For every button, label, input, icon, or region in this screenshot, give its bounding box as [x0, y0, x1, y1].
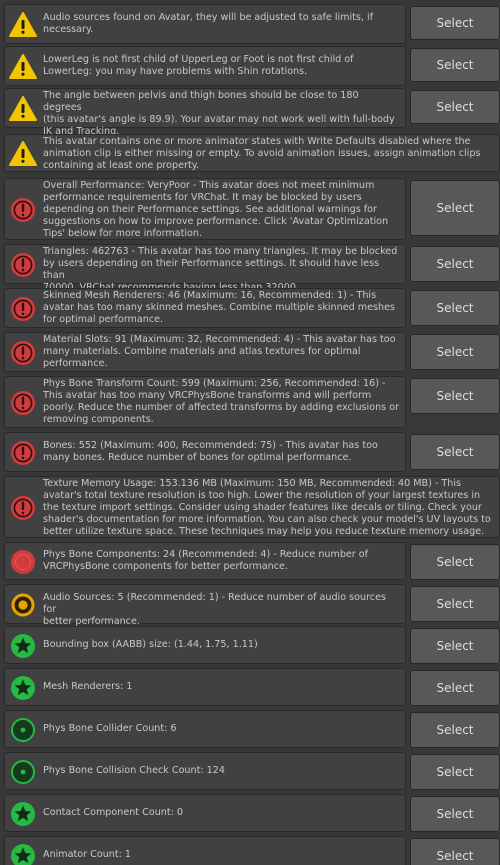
message-text: Overall Performance: VeryPoor - This ava…: [43, 180, 389, 239]
select-button[interactable]: Select: [410, 628, 500, 664]
validation-message-row: Phys Bone Collision Check Count: 124 Sele…: [4, 752, 500, 790]
validation-message-row: Bones: 552 (Maximum: 400, Recommended: 7…: [4, 432, 500, 472]
very-poor-icon: [9, 494, 37, 522]
good-icon: [9, 716, 37, 744]
message-text: Bones: 552 (Maximum: 400, Recommended: 7…: [43, 440, 378, 463]
select-button[interactable]: Select: [410, 334, 500, 370]
message-text: Contact Component Count: 0: [43, 807, 183, 818]
validation-message-row: Audio Sources: 5 (Recommended: 1) - Redu…: [4, 584, 500, 627]
select-button[interactable]: Select: [410, 378, 500, 414]
message-text: Material Slots: 91 (Maximum: 32, Recomme…: [43, 334, 396, 369]
validation-message-row: Mesh Renderers: 1 Select: [4, 668, 500, 706]
excellent-icon: [9, 842, 37, 865]
select-button[interactable]: Select: [410, 754, 500, 790]
message-box: Texture Memory Usage: 153.136 MB (Maximu…: [4, 476, 500, 538]
select-button[interactable]: Select: [410, 796, 500, 832]
message-box: Overall Performance: VeryPoor - This ava…: [4, 178, 406, 240]
validation-message-row: The angle between pelvis and thigh bones…: [4, 88, 500, 137]
message-box: LowerLeg is not first child of UpperLeg …: [4, 46, 406, 86]
validation-message-row: Phys Bone Collider Count: 6 Select: [4, 710, 500, 748]
very-poor-icon: [9, 339, 37, 367]
select-button[interactable]: Select: [410, 180, 500, 236]
message-box: Contact Component Count: 0: [4, 794, 406, 832]
message-text: Phys Bone Collision Check Count: 124: [43, 765, 225, 776]
validation-message-list: Audio sources found on Avatar, they will…: [0, 0, 500, 865]
validation-message-row: Material Slots: 91 (Maximum: 32, Recomme…: [4, 332, 500, 372]
validation-message-row: Bounding box (AABB) size: (1.44, 1.75, 1…: [4, 626, 500, 664]
select-button[interactable]: Select: [410, 670, 500, 706]
message-text: Triangles: 462763 - This avatar has too …: [43, 246, 398, 293]
excellent-icon: [9, 800, 37, 828]
very-poor-icon: [9, 295, 37, 323]
message-box: Phys Bone Collider Count: 6: [4, 710, 406, 748]
select-button[interactable]: Select: [410, 586, 500, 622]
message-text: Audio Sources: 5 (Recommended: 1) - Redu…: [43, 592, 386, 627]
message-text: This avatar contains one or more animato…: [43, 136, 481, 171]
very-poor-icon: [9, 389, 37, 417]
message-text: Phys Bone Components: 24 (Recommended: 4…: [43, 549, 369, 572]
validation-message-row: This avatar contains one or more animato…: [4, 134, 500, 172]
very-poor-icon: [9, 439, 37, 467]
message-text: Phys Bone Collider Count: 6: [43, 723, 177, 734]
message-box: Audio sources found on Avatar, they will…: [4, 4, 406, 44]
validation-message-row: Triangles: 462763 - This avatar has too …: [4, 244, 500, 293]
message-box: This avatar contains one or more animato…: [4, 134, 500, 172]
very-poor-icon: [9, 251, 37, 279]
select-button[interactable]: Select: [410, 90, 500, 124]
validation-message-row: Overall Performance: VeryPoor - This ava…: [4, 178, 500, 240]
validation-message-row: Phys Bone Transform Count: 599 (Maximum:…: [4, 376, 500, 428]
message-box: Phys Bone Collision Check Count: 124: [4, 752, 406, 790]
good-icon: [9, 758, 37, 786]
message-box: Phys Bone Transform Count: 599 (Maximum:…: [4, 376, 406, 428]
select-button[interactable]: Select: [410, 246, 500, 282]
validation-message-row: Skinned Mesh Renderers: 46 (Maximum: 16,…: [4, 288, 500, 328]
select-button[interactable]: Select: [410, 6, 500, 40]
select-button[interactable]: Select: [410, 838, 500, 865]
message-box: Bounding box (AABB) size: (1.44, 1.75, 1…: [4, 626, 406, 664]
message-box: Triangles: 462763 - This avatar has too …: [4, 244, 406, 293]
message-text: LowerLeg is not first child of UpperLeg …: [43, 54, 354, 77]
select-button[interactable]: Select: [410, 712, 500, 748]
message-text: Texture Memory Usage: 153.136 MB (Maximu…: [43, 478, 491, 537]
message-box: Material Slots: 91 (Maximum: 32, Recomme…: [4, 332, 406, 372]
excellent-icon: [9, 632, 37, 660]
excellent-icon: [9, 674, 37, 702]
medium-icon: [9, 591, 37, 619]
select-button[interactable]: Select: [410, 434, 500, 470]
select-button[interactable]: Select: [410, 544, 500, 580]
message-box: The angle between pelvis and thigh bones…: [4, 88, 406, 137]
message-text: Bounding box (AABB) size: (1.44, 1.75, 1…: [43, 639, 258, 650]
poor-icon: [9, 548, 37, 576]
select-button[interactable]: Select: [410, 290, 500, 326]
very-poor-icon: [9, 196, 37, 224]
message-text: Audio sources found on Avatar, they will…: [43, 12, 374, 35]
message-box: Audio Sources: 5 (Recommended: 1) - Redu…: [4, 584, 406, 627]
message-box: Mesh Renderers: 1: [4, 668, 406, 706]
message-box: Phys Bone Components: 24 (Recommended: 4…: [4, 542, 406, 580]
validation-message-row: Texture Memory Usage: 153.136 MB (Maximu…: [4, 476, 500, 538]
validation-message-row: LowerLeg is not first child of UpperLeg …: [4, 46, 500, 86]
message-text: Mesh Renderers: 1: [43, 681, 133, 692]
message-box: Skinned Mesh Renderers: 46 (Maximum: 16,…: [4, 288, 406, 328]
warning-icon: [9, 11, 37, 39]
select-button[interactable]: Select: [410, 48, 500, 82]
message-box: Bones: 552 (Maximum: 400, Recommended: 7…: [4, 432, 406, 472]
validation-message-row: Animator Count: 1 Select: [4, 836, 500, 865]
warning-icon: [9, 95, 37, 123]
warning-icon: [9, 140, 37, 168]
message-text: The angle between pelvis and thigh bones…: [43, 90, 395, 137]
validation-message-row: Phys Bone Components: 24 (Recommended: 4…: [4, 542, 500, 580]
validation-message-row: Audio sources found on Avatar, they will…: [4, 4, 500, 44]
message-box: Animator Count: 1: [4, 836, 406, 865]
warning-icon: [9, 53, 37, 81]
message-text: Phys Bone Transform Count: 599 (Maximum:…: [43, 378, 400, 425]
validation-message-row: Contact Component Count: 0 Select: [4, 794, 500, 832]
message-text: Animator Count: 1: [43, 849, 132, 860]
message-text: Skinned Mesh Renderers: 46 (Maximum: 16,…: [43, 290, 395, 325]
